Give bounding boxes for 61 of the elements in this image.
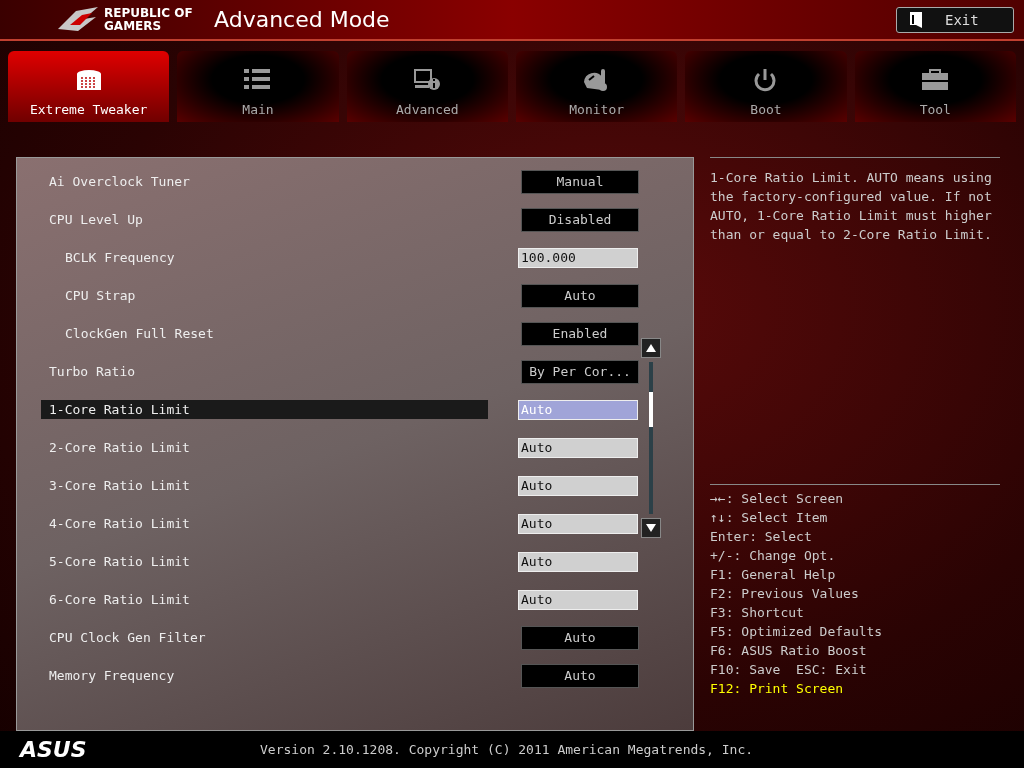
setting-label[interactable]: Ai Overclock Tuner	[41, 172, 488, 192]
value-field[interactable]: Auto	[518, 589, 638, 610]
setting-label[interactable]: CPU Clock Gen Filter	[41, 628, 488, 648]
tab[interactable]: Tool	[854, 51, 1016, 122]
key-hint: F6: ASUS Ratio Boost	[710, 641, 868, 660]
tab[interactable]: Boot	[685, 51, 847, 122]
value-field[interactable]: 100.000	[518, 247, 638, 268]
setting-label[interactable]: Memory Frequency	[41, 666, 488, 686]
option-button[interactable]: Auto	[521, 663, 639, 688]
key-hint: ↑↓: Select Item	[710, 508, 829, 527]
chip-icon	[74, 67, 103, 92]
option-button[interactable]: Auto	[521, 625, 639, 650]
option-button[interactable]: By Per Cor...	[521, 359, 639, 384]
triangle-up-icon	[646, 343, 656, 352]
list-icon	[244, 67, 272, 92]
value-field[interactable]: Auto	[518, 513, 638, 534]
key-hint: F12: Print Screen	[710, 679, 845, 698]
door-icon	[909, 10, 923, 29]
value-field[interactable]: Auto	[518, 475, 638, 496]
value-field[interactable]: Auto	[518, 551, 638, 572]
asus-logo: ASUS	[20, 736, 88, 762]
exit-button[interactable]: Exit	[896, 6, 1014, 33]
toolbox-icon	[921, 67, 950, 92]
brand-text: REPUBLIC OF	[104, 6, 193, 20]
monitor-info-icon	[413, 67, 442, 92]
scroll-down-button[interactable]	[641, 517, 661, 538]
setting-label[interactable]: 1-Core Ratio Limit	[41, 400, 488, 420]
version-text: Version 2.10.1208. Copyright (C) 2011 American Megatrends, Inc.	[260, 741, 754, 757]
key-hint: F3: Shortcut	[710, 603, 805, 622]
setting-label[interactable]: 4-Core Ratio Limit	[41, 514, 488, 534]
setting-label[interactable]: CPU Level Up	[41, 210, 488, 230]
tab[interactable]: Extreme Tweaker	[8, 51, 170, 122]
setting-label[interactable]: Turbo Ratio	[41, 362, 488, 382]
key-hint: →←: Select Screen	[710, 489, 845, 508]
option-button[interactable]: Disabled	[521, 207, 639, 232]
help-text: 1-Core Ratio Limit. AUTO means using the factory-configured value. If not AUTO, 1-Core Ratio Limit must higher than or equal to 2-Core Ratio Limit.	[710, 156, 1000, 484]
setting-label[interactable]: 2-Core Ratio Limit	[41, 438, 488, 458]
option-button[interactable]: Auto	[521, 283, 639, 308]
option-button[interactable]: Enabled	[521, 321, 639, 346]
option-button[interactable]: Manual	[521, 169, 639, 194]
key-hint: F10: Save ESC: Exit	[710, 660, 868, 679]
tab[interactable]: Advanced	[346, 51, 508, 122]
setting-label[interactable]: CPU Strap	[41, 286, 488, 306]
value-field[interactable]: Auto	[518, 437, 638, 458]
key-hint: F5: Optimized Defaults	[710, 622, 884, 641]
setting-label[interactable]: ClockGen Full Reset	[41, 324, 488, 344]
setting-label[interactable]: BCLK Frequency	[41, 248, 488, 268]
setting-label[interactable]: 3-Core Ratio Limit	[41, 476, 488, 496]
key-hint: F2: Previous Values	[710, 584, 860, 603]
key-hint: +/-: Change Opt.	[710, 546, 837, 565]
key-hint: F1: General Help	[710, 565, 837, 584]
setting-label[interactable]: 6-Core Ratio Limit	[41, 590, 488, 610]
tab[interactable]: Main	[177, 51, 339, 122]
setting-label[interactable]: 5-Core Ratio Limit	[41, 552, 488, 572]
scrollbar-thumb[interactable]	[649, 391, 653, 427]
scroll-up-button[interactable]	[641, 337, 661, 358]
triangle-down-icon	[646, 523, 656, 532]
brand-text: GAMERS	[104, 19, 163, 33]
key-hint: Enter: Select	[710, 527, 813, 546]
tab[interactable]: Monitor	[516, 51, 678, 122]
page-title: Advanced Mode	[214, 7, 390, 33]
